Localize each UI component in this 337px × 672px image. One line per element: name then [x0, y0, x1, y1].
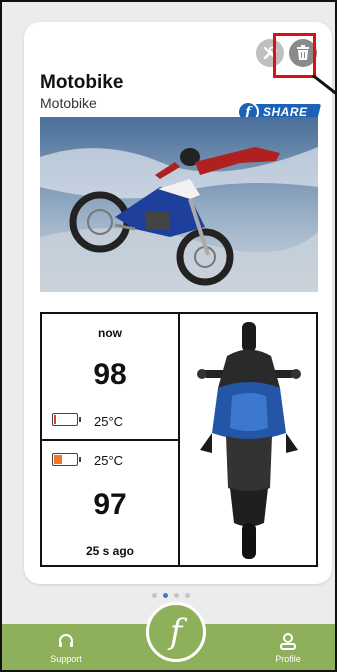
page-dot[interactable] — [174, 593, 179, 598]
headset-icon — [59, 634, 73, 647]
battery-medium-icon — [52, 453, 81, 466]
motorbike-top-view-image — [182, 318, 316, 563]
top-time-label: now — [98, 326, 122, 340]
battery-top-fill — [54, 415, 56, 424]
vehicle-subtitle: Motobike — [40, 95, 97, 111]
bottom-temperature: 25°C — [94, 453, 124, 468]
home-logo-button[interactable]: f — [146, 602, 206, 662]
nav-support[interactable]: Support — [36, 632, 96, 664]
app-frame: Motobike Motobike SHARE f now 98 25°C 25… — [0, 0, 337, 672]
stats-grid: now 98 25°C 25°C 97 25 s ago — [40, 312, 318, 567]
bottom-value: 97 — [93, 488, 127, 521]
user-icon — [280, 633, 296, 650]
top-temperature: 25°C — [94, 414, 124, 429]
page-indicator[interactable] — [152, 593, 190, 598]
vehicle-photo — [40, 117, 318, 292]
nav-profile-label: Profile — [275, 654, 301, 664]
nav-profile[interactable]: Profile — [258, 632, 318, 664]
nav-support-label: Support — [50, 654, 82, 664]
page-dot[interactable] — [185, 593, 190, 598]
bottom-time-label: 25 s ago — [85, 544, 135, 558]
battery-bottom-fill — [54, 455, 62, 464]
page-dot[interactable] — [152, 593, 157, 598]
top-value: 98 — [93, 358, 127, 391]
delete-highlight-box — [273, 33, 316, 78]
page-dot-active[interactable] — [163, 593, 168, 598]
vehicle-title: Motobike — [40, 72, 124, 93]
battery-low-icon — [52, 413, 81, 426]
